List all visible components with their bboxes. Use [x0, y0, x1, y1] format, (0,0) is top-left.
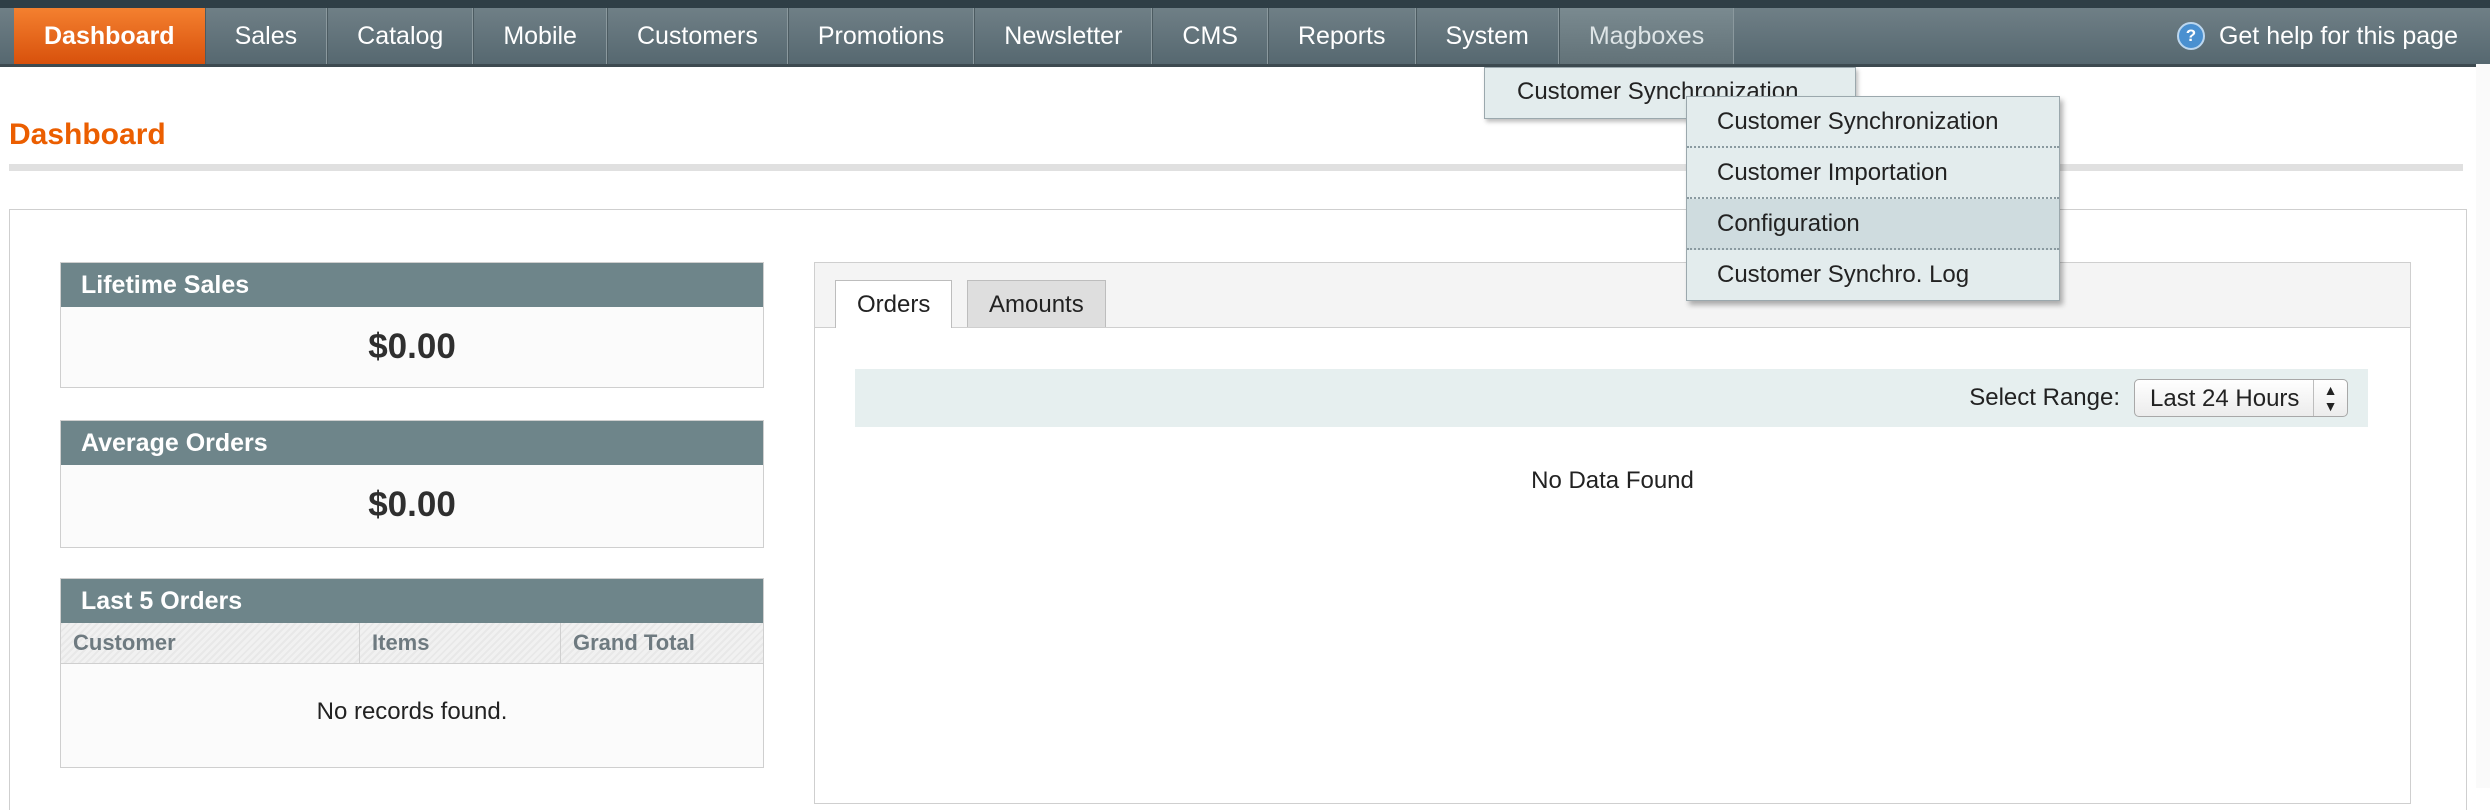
help-label: Get help for this page	[2218, 21, 2458, 50]
nav-customers[interactable]: Customers	[606, 8, 788, 64]
chart-panel: Orders Amounts Select Range: Last 24 Hou…	[814, 262, 2411, 804]
lifetime-sales-value: $0.00	[368, 327, 456, 366]
help-icon: ?	[2176, 22, 2205, 50]
range-select[interactable]: Last 24 Hours ▲ ▼	[2134, 379, 2348, 417]
nav-sales[interactable]: Sales	[204, 8, 328, 64]
range-label: Select Range:	[1969, 384, 2120, 411]
nav-catalog[interactable]: Catalog	[327, 8, 474, 64]
tab-orders[interactable]: Orders	[835, 280, 953, 328]
title-divider	[9, 164, 2463, 171]
nav-newsletter[interactable]: Newsletter	[974, 8, 1153, 64]
last-orders-grid-header: Customer Items Grand Total	[61, 623, 763, 664]
last-orders-box: Last 5 Orders Customer Items Grand Total…	[60, 578, 764, 768]
range-value: Last 24 Hours	[2150, 385, 2300, 412]
nav-magboxes[interactable]: Magboxes	[1558, 8, 1735, 64]
page-scrollbar[interactable]	[2476, 64, 2490, 788]
nav-mobile[interactable]: Mobile	[473, 8, 607, 64]
nav-cms[interactable]: CMS	[1152, 8, 1268, 64]
range-bar: Select Range: Last 24 Hours ▲ ▼	[855, 369, 2368, 427]
customer-sync-submenu: Customer Synchronization Customer Import…	[1686, 96, 2060, 301]
last-orders-title: Last 5 Orders	[61, 579, 763, 623]
average-orders-box: Average Orders $0.00	[60, 420, 764, 548]
submenu-configuration[interactable]: Configuration	[1687, 199, 2059, 250]
chart-tabs: Orders Amounts	[815, 263, 2410, 328]
column-customer[interactable]: Customer	[61, 623, 360, 663]
page-title: Dashboard	[9, 118, 166, 151]
average-orders-title: Average Orders	[61, 421, 763, 465]
chart-empty: No Data Found	[1531, 467, 1694, 494]
submenu-customer-synchro-log[interactable]: Customer Synchro. Log	[1687, 250, 2059, 300]
lifetime-sales-title: Lifetime Sales	[61, 263, 763, 307]
nav-reports[interactable]: Reports	[1267, 8, 1416, 64]
nav-system[interactable]: System	[1415, 8, 1559, 64]
submenu-customer-importation[interactable]: Customer Importation	[1687, 148, 2059, 199]
tab-amounts[interactable]: Amounts	[967, 280, 1106, 327]
help-link[interactable]: ? Get help for this page	[2176, 8, 2458, 64]
nav-promotions[interactable]: Promotions	[787, 8, 975, 64]
column-grand-total[interactable]: Grand Total	[561, 623, 763, 663]
select-arrows-icon: ▲ ▼	[2313, 380, 2347, 416]
nav-dashboard[interactable]: Dashboard	[14, 8, 205, 64]
last-orders-empty: No records found.	[316, 698, 508, 725]
main-navigation: Dashboard Sales Catalog Mobile Customers…	[0, 8, 2490, 67]
top-strip	[0, 0, 2490, 8]
lifetime-sales-box: Lifetime Sales $0.00	[60, 262, 764, 388]
average-orders-value: $0.00	[368, 485, 456, 524]
submenu-customer-synchronization[interactable]: Customer Synchronization	[1687, 97, 2059, 148]
column-items[interactable]: Items	[360, 623, 561, 663]
